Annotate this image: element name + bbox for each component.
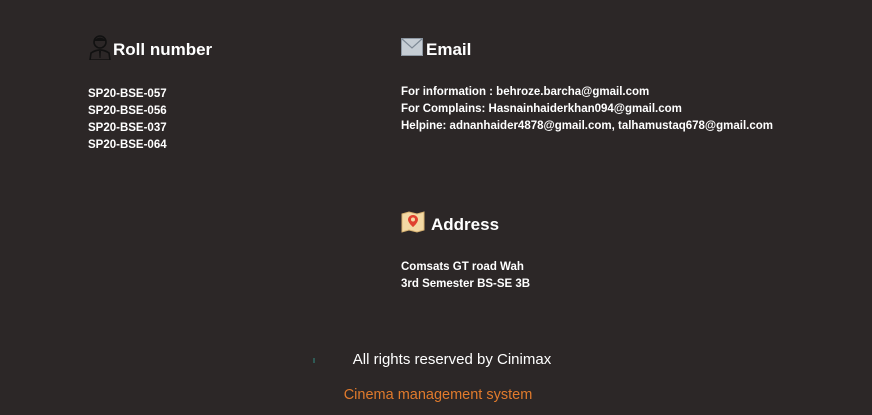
- roll-number-list: SP20-BSE-057 SP20-BSE-056 SP20-BSE-037 S…: [88, 86, 212, 154]
- email-header: Email: [401, 38, 773, 60]
- email-complaints-line: For Complains: Hasnainhaiderkhan094@gmai…: [401, 103, 682, 115]
- person-icon: [88, 34, 112, 61]
- roll-number-item: SP20-BSE-037: [88, 122, 167, 134]
- footer-system-link[interactable]: Cinema management system: [0, 387, 872, 403]
- map-pin-icon: [401, 210, 425, 234]
- address-header: Address: [401, 210, 530, 235]
- address-title: Address: [431, 215, 500, 234]
- roll-number-section: Roll number SP20-BSE-057 SP20-BSE-056 SP…: [88, 34, 212, 154]
- envelope-icon: [401, 38, 423, 56]
- roll-number-item: SP20-BSE-056: [88, 105, 167, 117]
- email-title: Email: [426, 40, 472, 59]
- address-line: Comsats GT road Wah: [401, 261, 524, 273]
- footer-rights-text: All rights reserved by Cinimax: [352, 351, 552, 368]
- roll-number-title: Roll number: [113, 40, 213, 59]
- email-section: Email For information : behroze.barcha@g…: [401, 38, 773, 135]
- email-info-line: For information : behroze.barcha@gmail.c…: [401, 86, 650, 98]
- email-helpline-line: Helpine: adnanhaider4878@gmail.com, talh…: [401, 120, 774, 132]
- address-section: Address Comsats GT road Wah 3rd Semester…: [401, 210, 530, 293]
- roll-number-header: Roll number: [88, 34, 213, 61]
- address-line: 3rd Semester BS-SE 3B: [401, 278, 531, 290]
- email-list: For information : behroze.barcha@gmail.c…: [401, 84, 773, 135]
- roll-number-item: SP20-BSE-064: [88, 139, 167, 151]
- roll-number-item: SP20-BSE-057: [88, 88, 167, 100]
- address-list: Comsats GT road Wah 3rd Semester BS-SE 3…: [401, 259, 530, 293]
